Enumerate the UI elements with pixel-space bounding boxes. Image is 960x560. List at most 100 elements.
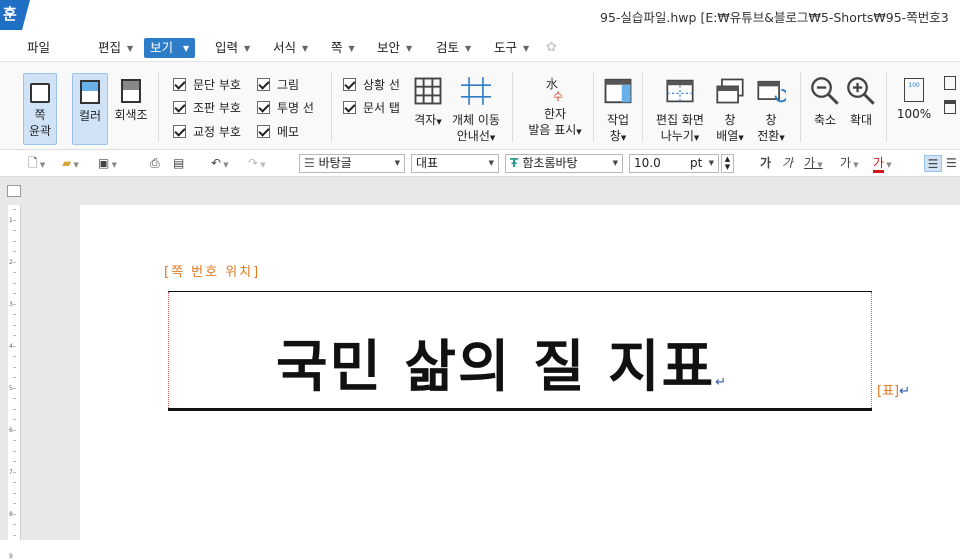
font-select[interactable]: Ŧ 함초롬바탕 ▼: [505, 154, 623, 173]
ruler-tick: [13, 524, 16, 525]
underline-button[interactable]: 가 ▼: [804, 155, 823, 172]
ruler-number: 1: [9, 217, 13, 224]
split-screen-button[interactable]: 편집 화면 나누기▼: [652, 76, 708, 146]
checkbox-control-code[interactable]: 조판 부호: [173, 99, 241, 117]
page-number-position-field[interactable]: [쪽 번호 위치]: [164, 261, 260, 280]
button-label-text: 전환: [757, 129, 780, 143]
checkbox-status-line[interactable]: 상황 선: [343, 76, 400, 94]
title-table[interactable]: 국민 삶의 질 지표↵: [168, 291, 872, 411]
hanja-pronunciation-button[interactable]: 水 수 한자 발음 표시▼: [524, 76, 586, 140]
style-select[interactable]: ☰ 바탕글 ▼: [299, 154, 405, 173]
checkbox-picture[interactable]: 그림: [257, 76, 299, 94]
button-label: 창▼: [609, 129, 627, 143]
menu-view[interactable]: 보기 ▼: [144, 38, 196, 58]
print-icon[interactable]: ⎙: [150, 155, 160, 172]
dropdown-arrow-icon: ▼: [394, 159, 400, 167]
page-view-icon[interactable]: [944, 76, 956, 90]
grid-button[interactable]: 격자▼: [410, 76, 446, 130]
help-icon[interactable]: ✿: [546, 40, 560, 55]
ruler-number: 4: [9, 343, 13, 350]
menu-label: 보기: [150, 40, 174, 55]
menu-file[interactable]: 파일: [27, 38, 50, 58]
ruler-tick: [13, 219, 16, 221]
menu-tools[interactable]: 도구 ▼: [494, 38, 529, 58]
ruler-toggle-button[interactable]: [7, 185, 21, 197]
vertical-ruler[interactable]: 1 2 3 4 5 6 7 8 9: [8, 205, 21, 560]
ruler-tick: [13, 261, 16, 263]
ruler-number: 9: [9, 553, 13, 560]
ruler-tick: [13, 251, 16, 252]
font-color-glyph: 가: [873, 156, 885, 173]
task-pane-button[interactable]: 작업 창▼: [601, 76, 635, 146]
strikethrough-button[interactable]: 가 ▼: [840, 155, 859, 172]
language-select[interactable]: 대표 ▼: [411, 154, 499, 173]
ruler-tick: [13, 240, 16, 242]
ribbon-divider: [158, 72, 159, 142]
hanja-icon: 水 수: [524, 76, 586, 106]
color-view-button[interactable]: 컬러: [72, 73, 108, 145]
italic-button[interactable]: 가: [782, 155, 793, 172]
ruler-tick: [13, 398, 16, 399]
ruler-tick: [13, 461, 16, 462]
checkbox-label: 문서 탭: [363, 101, 400, 115]
redo-icon[interactable]: ↷ ▼: [248, 155, 266, 172]
zoom-out-button[interactable]: 축소: [808, 76, 842, 128]
preview-icon[interactable]: ▤: [173, 155, 184, 172]
grayscale-view-button[interactable]: 회색조: [112, 73, 150, 145]
ruler-tick: [13, 272, 16, 273]
open-folder-icon[interactable]: ▰ ▼: [62, 155, 79, 172]
split-screen-icon: [666, 79, 694, 103]
new-document-icon[interactable]: 🗋 ▼: [28, 155, 45, 172]
underline-glyph: 가: [804, 156, 816, 170]
caret-down-icon: ▼: [302, 44, 309, 53]
checkbox-document-tab[interactable]: 문서 탭: [343, 99, 400, 117]
document-title[interactable]: 국민 삶의 질 지표↵: [276, 322, 728, 403]
checkbox-paragraph-mark[interactable]: 문단 부호: [173, 76, 241, 94]
ruler-tick: [13, 492, 16, 494]
menu-security[interactable]: 보안 ▼: [377, 38, 412, 58]
zoom-100-button[interactable]: 100 100%: [894, 76, 934, 122]
page-outline-icon: [30, 83, 50, 103]
app-logo-icon[interactable]: 훈: [0, 0, 30, 30]
menu-review[interactable]: 검토 ▼: [436, 38, 471, 58]
bold-button[interactable]: 가: [760, 155, 771, 172]
ruler-tick: [13, 482, 16, 483]
checkbox-transparent-line[interactable]: 투명 선: [257, 99, 314, 117]
font-color-button[interactable]: 가 ▼: [873, 155, 892, 173]
menu-format[interactable]: 서식 ▼: [273, 38, 308, 58]
align-left-icon[interactable]: ☰: [946, 155, 957, 172]
document-page[interactable]: [쪽 번호 위치] 국민 삶의 질 지표↵ [표]↵: [80, 205, 960, 540]
menu-page[interactable]: 쪽 ▼: [331, 38, 355, 58]
font-size-stepper[interactable]: ▲ ▼: [721, 154, 734, 173]
ruler-tick: [13, 534, 16, 536]
title-bar: 훈 95-실습파일.hwp [E:₩유튜브&블로그₩5-Shorts₩95-쪽번…: [0, 0, 960, 32]
multi-page-icon[interactable]: [944, 100, 956, 114]
dropdown-arrow-icon: ▼: [612, 159, 618, 167]
menu-edit[interactable]: 편집 ▼: [98, 38, 133, 58]
checkbox-checked-icon: [343, 101, 356, 114]
window-title: 95-실습파일.hwp [E:₩유튜브&블로그₩5-Shorts₩95-쪽번호3: [600, 10, 949, 25]
button-label: 100%: [896, 107, 932, 121]
save-icon[interactable]: ▣ ▼: [98, 155, 117, 172]
undo-icon[interactable]: ↶ ▼: [211, 155, 229, 172]
page-outline-button[interactable]: 쪽 윤곽: [23, 73, 57, 145]
zoom-in-icon: [847, 77, 875, 105]
font-size-input[interactable]: 10.0 pt ▼: [629, 154, 719, 173]
checkbox-memo[interactable]: 메모: [257, 123, 299, 141]
strikethrough-glyph: 가: [840, 156, 852, 170]
switch-window-button[interactable]: 창 전환▼: [753, 76, 789, 146]
checkbox-proofreading-mark[interactable]: 교정 부호: [173, 123, 241, 141]
button-label: 축소: [813, 113, 837, 127]
menu-insert[interactable]: 입력 ▼: [215, 38, 250, 58]
arrange-windows-button[interactable]: 창 배열▼: [712, 76, 748, 146]
object-move-guide-button[interactable]: 개체 이동 안내선▼: [449, 76, 503, 146]
menu-label: 보안: [377, 40, 401, 55]
zoom-in-button[interactable]: 확대: [844, 76, 878, 128]
ruler-tick: [13, 303, 16, 305]
checkbox-checked-icon: [173, 78, 186, 91]
button-label: 격자▼: [414, 113, 442, 127]
zoom-out-icon: [811, 77, 839, 105]
checkbox-label: 교정 부호: [193, 125, 241, 139]
ribbon-divider: [593, 72, 594, 142]
align-justify-icon[interactable]: ☰: [924, 155, 942, 172]
